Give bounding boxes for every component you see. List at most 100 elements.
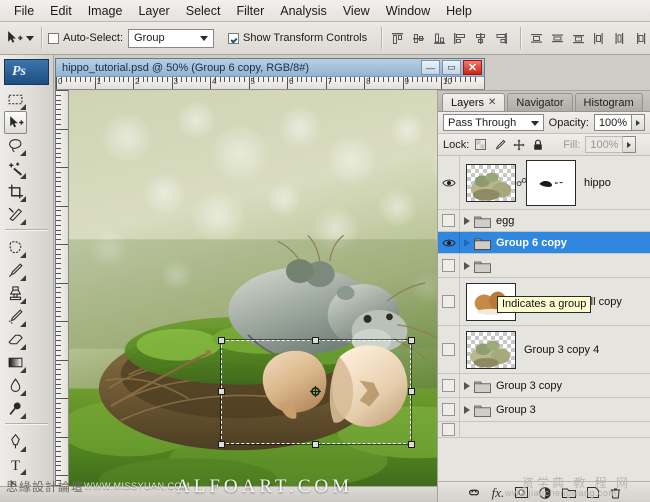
distribute-horizontal-centers-button[interactable] (610, 29, 629, 48)
lock-image-pixels-icon[interactable] (493, 138, 506, 151)
transform-pivot-point[interactable] (310, 386, 321, 397)
group-expand-toggle-group-3-copy[interactable] (460, 382, 474, 390)
history-brush-tool[interactable] (4, 305, 27, 328)
tab-navigator[interactable]: Navigator (507, 93, 572, 111)
layer-row-partial[interactable] (438, 422, 650, 438)
layer-visibility-toggle-group-6-copy[interactable] (438, 232, 460, 253)
align-top-edges-button[interactable] (388, 29, 407, 48)
distribute-left-edges-button[interactable] (589, 29, 608, 48)
rectangular-marquee-tool[interactable] (4, 88, 27, 111)
layer-thumbnail-hippo[interactable] (466, 164, 516, 202)
layer-visibility-toggle-eggshell-copy[interactable] (438, 278, 460, 325)
group-expand-toggle-group-6-copy[interactable] (460, 239, 474, 247)
lock-position-icon[interactable] (512, 138, 525, 151)
fill-control[interactable]: 100% (585, 136, 636, 153)
blend-mode-dropdown[interactable]: Pass Through (443, 114, 544, 131)
group-expand-toggle-group-3[interactable] (460, 406, 474, 414)
clone-stamp-tool[interactable] (4, 282, 27, 305)
align-bottom-edges-button[interactable] (430, 29, 449, 48)
align-vertical-centers-button[interactable] (409, 29, 428, 48)
align-horizontal-centers-button[interactable] (471, 29, 490, 48)
distribute-vertical-centers-button[interactable] (548, 29, 567, 48)
layer-visibility-toggle-egg[interactable] (438, 210, 460, 231)
distribute-top-edges-button[interactable] (527, 29, 546, 48)
layer-row-group-3-copy-4[interactable]: Group 3 copy 4 (438, 326, 650, 374)
chevron-down-icon[interactable] (26, 36, 34, 41)
new-group-icon[interactable] (562, 487, 576, 498)
layer-visibility-toggle-hippo[interactable] (438, 156, 460, 209)
pen-tool[interactable] (4, 430, 27, 453)
opacity-control[interactable]: 100% (594, 114, 645, 131)
blur-tool[interactable] (4, 374, 27, 397)
slice-tool[interactable] (4, 203, 27, 226)
layer-row-hidden-group[interactable] (438, 254, 650, 278)
lock-transparent-pixels-icon[interactable] (474, 138, 487, 151)
menu-item-window[interactable]: Window (378, 2, 438, 20)
new-adjustment-layer-icon[interactable] (539, 487, 551, 499)
transform-handle-tc[interactable] (312, 337, 319, 344)
menu-item-select[interactable]: Select (178, 2, 229, 20)
magic-wand-tool[interactable] (4, 157, 27, 180)
transform-handle-bc[interactable] (312, 441, 319, 448)
menu-item-view[interactable]: View (335, 2, 378, 20)
tab-layers[interactable]: Layers ✕ (442, 93, 505, 111)
show-transform-controls-control[interactable]: Show Transform Controls (228, 32, 367, 44)
current-tool-preview[interactable] (6, 25, 34, 51)
menu-item-filter[interactable]: Filter (228, 2, 272, 20)
close-icon[interactable]: ✕ (488, 97, 496, 108)
layer-row-group-3[interactable]: Group 3 (438, 398, 650, 422)
patch-tool[interactable] (4, 236, 27, 259)
minimize-button[interactable]: — (421, 60, 440, 75)
link-layers-icon[interactable] (467, 487, 481, 498)
vertical-ruler[interactable] (56, 90, 69, 489)
lock-all-icon[interactable] (531, 138, 544, 151)
eraser-tool[interactable] (4, 328, 27, 351)
gradient-tool[interactable] (4, 351, 27, 374)
layer-row-hippo[interactable]: ☍ hippo (438, 156, 650, 210)
transform-handle-br[interactable] (408, 441, 415, 448)
canvas-area[interactable] (69, 90, 484, 489)
menu-item-analysis[interactable]: Analysis (272, 2, 335, 20)
transform-handle-tl[interactable] (218, 337, 225, 344)
layer-list[interactable]: ☍ hippo (438, 156, 650, 481)
move-tool[interactable] (4, 111, 27, 134)
delete-layer-icon[interactable] (610, 487, 621, 499)
tab-histogram[interactable]: Histogram (575, 93, 643, 111)
show-transform-controls-checkbox[interactable] (228, 33, 239, 44)
auto-select-control[interactable]: Auto-Select: (48, 32, 123, 44)
menu-item-image[interactable]: Image (80, 2, 131, 20)
horizontal-type-tool[interactable]: T (4, 453, 27, 476)
group-expand-toggle-hidden-group[interactable] (460, 262, 474, 270)
menu-item-edit[interactable]: Edit (42, 2, 80, 20)
layer-mask-thumbnail-hippo[interactable] (526, 160, 576, 206)
add-layer-style-icon[interactable]: fx. (492, 485, 505, 501)
dodge-tool[interactable] (4, 397, 27, 420)
horizontal-ruler[interactable]: 012345678910 (56, 77, 484, 90)
layer-row-group-6-copy[interactable]: Group 6 copy (438, 232, 650, 254)
align-left-edges-button[interactable] (450, 29, 469, 48)
brush-tool[interactable] (4, 259, 27, 282)
document-title-bar[interactable]: hippo_tutorial.psd @ 50% (Group 6 copy, … (56, 59, 484, 77)
add-layer-mask-icon[interactable] (515, 487, 528, 498)
group-expand-toggle-egg[interactable] (460, 217, 474, 225)
distribute-bottom-edges-button[interactable] (569, 29, 588, 48)
layer-visibility-toggle-partial[interactable] (438, 422, 460, 437)
link-mask-icon[interactable]: ☍ (516, 176, 526, 189)
layer-visibility-toggle-group-3-copy-4[interactable] (438, 326, 460, 373)
close-button[interactable]: ✕ (463, 60, 482, 75)
fill-value[interactable]: 100% (585, 136, 623, 153)
opacity-value[interactable]: 100% (594, 114, 632, 131)
auto-select-checkbox[interactable] (48, 33, 59, 44)
opacity-stepper[interactable] (632, 114, 645, 131)
menu-item-layer[interactable]: Layer (130, 2, 177, 20)
menu-item-help[interactable]: Help (438, 2, 480, 20)
new-layer-icon[interactable] (587, 487, 599, 498)
crop-tool[interactable] (4, 180, 27, 203)
lasso-tool[interactable] (4, 134, 27, 157)
transform-handle-tr[interactable] (408, 337, 415, 344)
fill-stepper[interactable] (623, 136, 636, 153)
maximize-button[interactable]: ▭ (442, 60, 461, 75)
auto-select-target-dropdown[interactable]: Group (128, 29, 214, 48)
transform-handle-mr[interactable] (408, 388, 415, 395)
layer-thumbnail-group-3-copy-4[interactable] (466, 331, 516, 369)
